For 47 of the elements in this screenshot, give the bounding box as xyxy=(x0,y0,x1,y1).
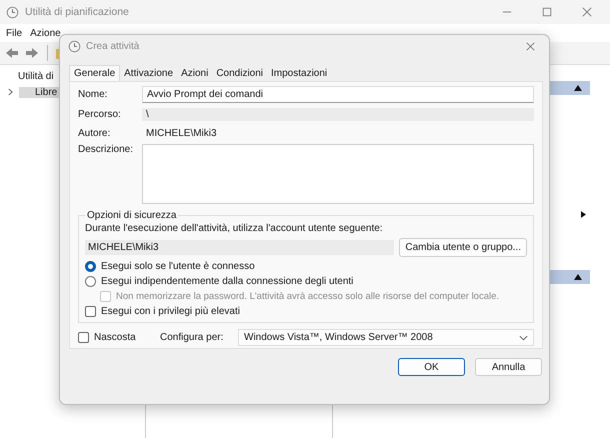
back-icon[interactable] xyxy=(4,45,20,61)
close-icon[interactable] xyxy=(582,7,592,17)
tree-item[interactable]: Libre xyxy=(19,86,60,98)
dialog-button[interactable]: Annulla xyxy=(475,358,542,376)
field-label: Percorso: xyxy=(78,108,122,120)
dialog-title: Crea attività xyxy=(86,40,140,52)
clock-icon xyxy=(68,40,81,52)
option-label: Esegui solo se l'utente è connesso xyxy=(101,261,255,272)
forward-icon[interactable] xyxy=(24,45,40,61)
field-label: Nome: xyxy=(78,89,108,100)
field-label: Configura per: xyxy=(160,332,224,343)
window-title: Utilità di pianificazione xyxy=(25,6,129,18)
menu-item[interactable]: Azione xyxy=(30,28,61,38)
submenu-arrow-icon xyxy=(581,211,586,218)
tab[interactable]: Attivazione xyxy=(120,65,178,81)
radio-button[interactable] xyxy=(85,276,96,287)
change-user-button[interactable]: Cambia utente o gruppo... xyxy=(399,238,527,257)
tab[interactable]: Generale xyxy=(69,65,120,81)
tab[interactable]: Condizioni xyxy=(212,65,268,81)
field-label: Descrizione: xyxy=(78,144,134,155)
chevron-icon[interactable] xyxy=(8,88,13,96)
group-title: Opzioni di sicurezza xyxy=(86,210,178,221)
maximize-icon[interactable] xyxy=(542,7,552,17)
close-icon[interactable] xyxy=(526,42,535,50)
collapse-arrow-icon[interactable] xyxy=(574,85,582,91)
collapse-arrow-icon[interactable] xyxy=(574,274,582,280)
account-prompt: Durante l'esecuzione dell'attività, utilizza l'account utente seguente: xyxy=(85,223,384,234)
menu-item[interactable]: File xyxy=(6,28,22,38)
name-field[interactable]: Avvio Prompt dei comandi xyxy=(142,86,534,103)
dialog-button[interactable]: OK xyxy=(398,358,465,376)
path-field: \ xyxy=(142,108,534,120)
author-value: MICHELE\Miki3 xyxy=(145,128,217,138)
tab[interactable]: Azioni xyxy=(177,65,212,81)
option-label: Non memorizzare la password. L'attività avrà accesso solo alle risorse del computer locale. xyxy=(116,291,500,302)
checkbox[interactable] xyxy=(85,306,96,317)
field-label: Autore: xyxy=(78,128,112,138)
description-field[interactable] xyxy=(142,144,534,204)
option-label: Esegui indipendentemente dalla connessione degli utenti xyxy=(101,276,354,287)
account-field: MICHELE\Miki3 xyxy=(85,240,394,255)
dropdown-chevron-icon[interactable] xyxy=(519,334,528,340)
configure-dropdown[interactable]: Windows Vista™, Windows Server™ 2008 xyxy=(238,329,534,346)
radio-button[interactable] xyxy=(85,261,96,272)
checkbox[interactable] xyxy=(78,332,89,343)
option-label: Nascosta xyxy=(94,332,136,343)
tab[interactable]: Impostazioni xyxy=(267,65,332,81)
clock-icon xyxy=(6,6,19,18)
option-label: Esegui con i privilegi più elevati xyxy=(101,306,240,317)
